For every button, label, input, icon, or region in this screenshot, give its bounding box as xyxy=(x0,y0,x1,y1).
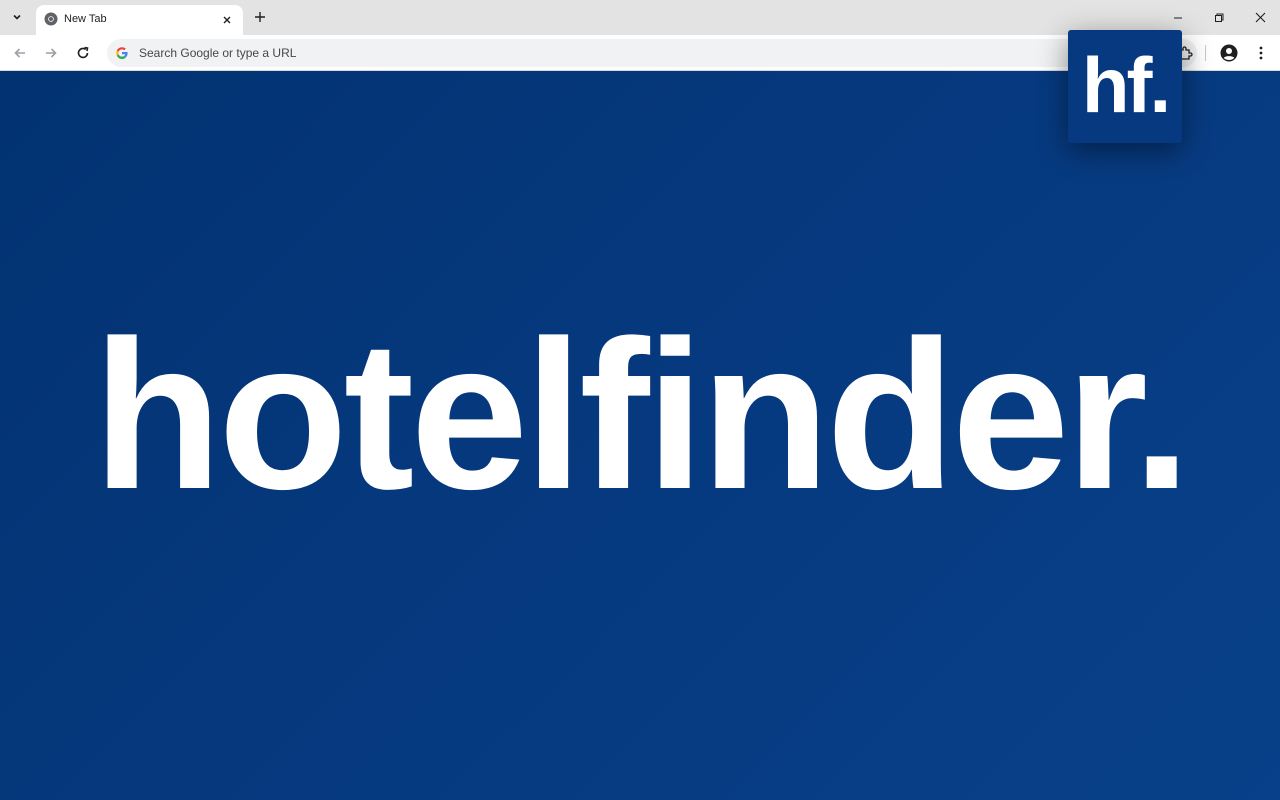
close-icon xyxy=(1255,12,1265,23)
close-window-button[interactable] xyxy=(1240,0,1280,35)
close-icon xyxy=(223,16,231,24)
new-tab-button[interactable] xyxy=(250,7,270,27)
forward-button[interactable] xyxy=(38,40,64,66)
toolbar-divider xyxy=(1205,45,1206,61)
profile-button[interactable] xyxy=(1216,40,1242,66)
restore-icon xyxy=(1215,13,1224,22)
page-content: hotelfinder. xyxy=(0,71,1280,800)
tab-close-button[interactable] xyxy=(217,10,237,30)
restore-button[interactable] xyxy=(1199,0,1239,35)
active-tab[interactable]: New Tab xyxy=(36,5,243,35)
forward-arrow-icon xyxy=(46,48,57,58)
chrome-menu-button[interactable] xyxy=(1248,40,1274,66)
chevron-down-icon xyxy=(13,14,21,20)
back-arrow-icon xyxy=(14,48,25,58)
tab-title: New Tab xyxy=(64,13,107,25)
plus-icon xyxy=(255,12,265,22)
profile-icon xyxy=(1220,44,1238,62)
minimize-icon xyxy=(1174,17,1182,18)
omnibox-input[interactable] xyxy=(139,43,839,63)
reload-icon xyxy=(77,46,89,59)
tab-search-button[interactable] xyxy=(6,6,28,28)
address-bar[interactable] xyxy=(107,39,1197,67)
hotelfinder-extension-badge[interactable]: hf. xyxy=(1068,30,1182,143)
back-button[interactable] xyxy=(7,40,33,66)
kebab-menu-icon xyxy=(1259,46,1263,60)
hotelfinder-wordmark: hotelfinder. xyxy=(92,296,1192,533)
google-g-icon xyxy=(116,47,128,59)
extension-badge-text: hf. xyxy=(1081,41,1171,129)
reload-button[interactable] xyxy=(70,40,96,66)
chrome-icon xyxy=(44,12,58,26)
